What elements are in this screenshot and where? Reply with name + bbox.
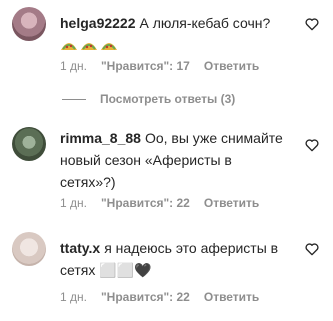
comment-text: rimma_8_88 Оо, вы уже снимайте новый сезо… (60, 127, 291, 193)
likes-count[interactable]: "Нравится": 17 (101, 59, 190, 73)
view-replies-button[interactable]: Посмотреть ответы (3) (62, 92, 235, 108)
timestamp[interactable]: 1 дн. (60, 290, 87, 304)
heart-outline-icon[interactable] (304, 241, 320, 257)
reply-button[interactable]: Ответить (204, 290, 259, 304)
comment-meta: 1 дн. "Нравится": 22 Ответить (60, 196, 273, 210)
timestamp[interactable]: 1 дн. (60, 196, 87, 210)
emoji-row (60, 37, 120, 53)
timestamp[interactable]: 1 дн. (60, 59, 87, 73)
username[interactable]: helga92222 (60, 15, 136, 31)
avatar[interactable] (12, 127, 46, 161)
comment-text: ttaty.x я надеюсь это аферисты в сетях ⬜⬜… (60, 237, 291, 281)
likes-count[interactable]: "Нравится": 22 (101, 290, 190, 304)
comment-body: А люля-кебаб сочн? (139, 15, 271, 31)
taco-icon (101, 43, 117, 50)
likes-count[interactable]: "Нравится": 22 (101, 196, 190, 210)
username[interactable]: rimma_8_88 (60, 130, 141, 146)
taco-icon (61, 43, 77, 50)
avatar[interactable] (12, 232, 46, 266)
reply-button[interactable]: Ответить (204, 196, 259, 210)
reply-button[interactable]: Ответить (204, 59, 259, 73)
view-replies-label: Посмотреть ответы (3) (100, 92, 236, 106)
divider-line (62, 99, 86, 101)
comment-meta: 1 дн. "Нравится": 22 Ответить (60, 290, 273, 304)
taco-icon (81, 43, 97, 50)
heart-outline-icon[interactable] (304, 16, 320, 32)
avatar[interactable] (12, 7, 46, 41)
heart-outline-icon[interactable] (304, 137, 320, 153)
username[interactable]: ttaty.x (60, 240, 100, 256)
comment-text: helga92222 А люля-кебаб сочн? (60, 12, 291, 56)
comment-meta: 1 дн. "Нравится": 17 Ответить (60, 59, 273, 73)
